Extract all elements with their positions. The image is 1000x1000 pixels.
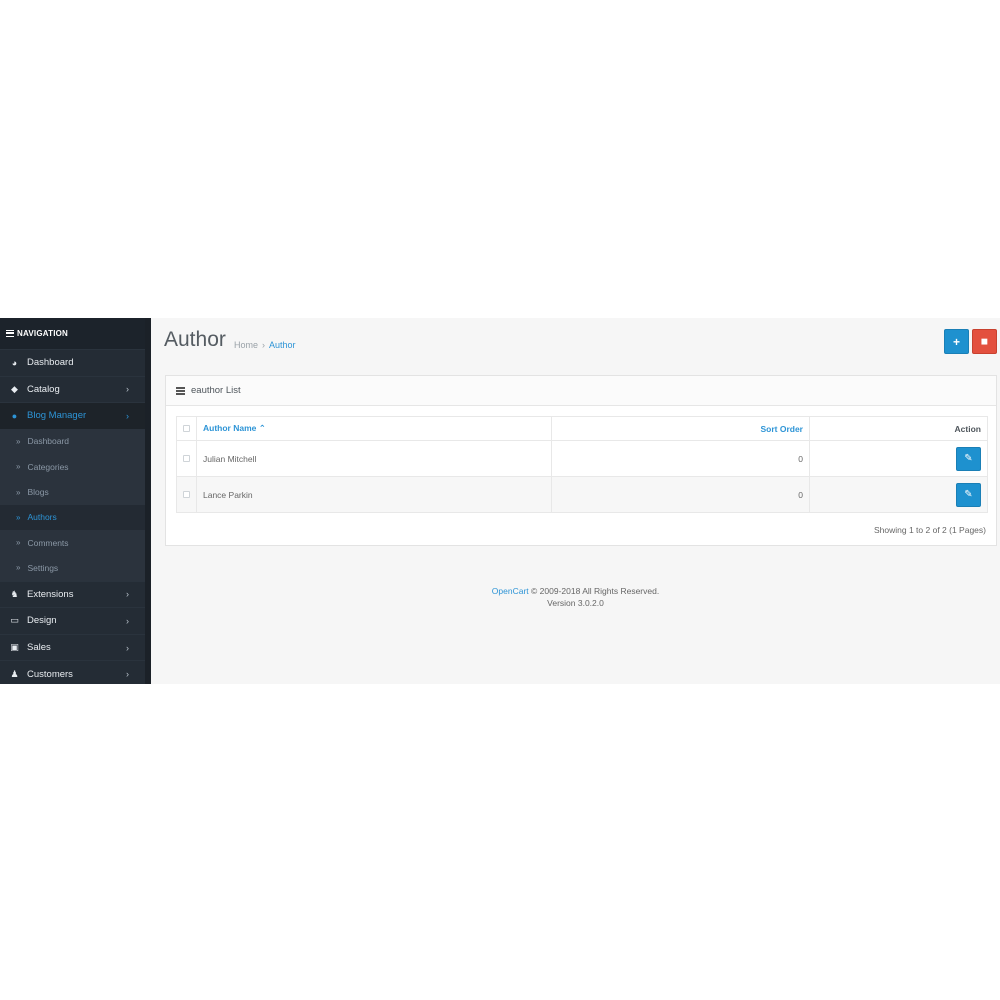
submenu-item-label: Categories — [27, 461, 69, 472]
navigation-header[interactable]: NAVIGATION — [0, 318, 145, 349]
author-list-panel: eauthor List Author Name ⌃ Sort Order Ac… — [165, 375, 997, 546]
action-cell: ✎ — [809, 476, 988, 513]
author-name-cell: Julian Mitchell — [196, 440, 552, 477]
panel-header: eauthor List — [166, 376, 996, 406]
author-table: Author Name ⌃ Sort Order Action Julian M… — [176, 416, 988, 513]
row-checkbox-cell — [176, 440, 197, 477]
footer-version: Version 3.0.2.0 — [547, 598, 604, 608]
submenu-item-categories[interactable]: » Categories — [0, 454, 145, 479]
breadcrumb-current[interactable]: Author — [269, 340, 296, 350]
sidebar-item-label: Catalog — [27, 383, 60, 395]
sidebar-item-label: Extensions — [27, 588, 74, 600]
page-title: Author — [164, 328, 226, 351]
tags-icon: ◆ — [11, 383, 18, 394]
sidebar: NAVIGATION ◕ Dashboard ◆ Catalog › ● Blo… — [0, 318, 151, 684]
submenu-item-settings[interactable]: » Settings — [0, 555, 145, 580]
app-frame: NAVIGATION ◕ Dashboard ◆ Catalog › ● Blo… — [0, 318, 1000, 684]
hamburger-icon — [6, 330, 14, 337]
list-icon — [176, 386, 185, 395]
double-chevron-icon: » — [16, 487, 21, 497]
blog-manager-submenu: » Dashboard » Categories » Blogs » Autho… — [0, 428, 145, 581]
pencil-icon: ✎ — [964, 488, 973, 500]
navigation-title: NAVIGATION — [17, 329, 69, 338]
double-chevron-icon: » — [16, 436, 21, 446]
double-chevron-icon: » — [16, 462, 21, 472]
row-checkbox-cell — [176, 476, 197, 513]
panel-title: eauthor List — [191, 385, 241, 396]
sidebar-item-blog-manager[interactable]: ● Blog Manager › — [0, 402, 145, 429]
cart-icon: ▣ — [10, 642, 19, 653]
breadcrumb-home[interactable]: Home — [234, 340, 258, 350]
select-all-checkbox[interactable] — [183, 424, 190, 432]
table-header-row: Author Name ⌃ Sort Order Action — [176, 416, 988, 441]
sort-order-header[interactable]: Sort Order — [551, 416, 810, 441]
monitor-icon: ▭ — [10, 615, 19, 626]
author-name-header[interactable]: Author Name ⌃ — [196, 416, 552, 441]
sidebar-item-customers[interactable]: ♟ Customers › — [0, 660, 145, 684]
pagination-info: Showing 1 to 2 of 2 (1 Pages) — [874, 525, 986, 535]
double-chevron-icon: » — [16, 512, 21, 522]
sidebar-item-label: Blog Manager — [27, 410, 87, 422]
row-checkbox[interactable] — [183, 454, 190, 462]
chevron-right-icon: › — [126, 642, 129, 653]
breadcrumb: Home › Author — [234, 340, 296, 350]
sort-asc-icon: ⌃ — [258, 423, 266, 433]
chevron-right-icon: › — [126, 589, 129, 600]
sidebar-item-dashboard[interactable]: ◕ Dashboard — [0, 349, 145, 376]
footer-rights: © 2009-2018 All Rights Reserved. — [531, 586, 660, 596]
action-header: Action — [809, 416, 988, 441]
sidebar-item-catalog[interactable]: ◆ Catalog › — [0, 375, 145, 403]
sidebar-item-sales[interactable]: ▣ Sales › — [0, 633, 145, 661]
edit-button[interactable]: ✎ — [956, 482, 981, 507]
edit-button[interactable]: ✎ — [956, 446, 981, 471]
info-icon: ● — [11, 410, 18, 421]
chevron-right-icon: › — [126, 615, 129, 626]
breadcrumb-separator: › — [262, 340, 266, 350]
author-name-header-label: Author Name — [203, 423, 257, 433]
footer: OpenCart © 2009-2018 All Rights Reserved… — [151, 585, 1000, 609]
trash-icon: ◼ — [980, 336, 989, 346]
sidebar-item-label: Design — [27, 615, 57, 627]
submenu-item-authors[interactable]: » Authors — [0, 504, 145, 530]
dashboard-icon: ◕ — [11, 357, 18, 368]
pencil-icon: ✎ — [964, 452, 973, 464]
submenu-item-label: Settings — [27, 562, 59, 573]
sort-order-cell: 0 — [551, 476, 810, 513]
sidebar-item-design[interactable]: ▭ Design › — [0, 607, 145, 634]
submenu-item-comments[interactable]: » Comments — [0, 530, 145, 555]
author-name-cell: Lance Parkin — [196, 476, 552, 513]
chevron-right-icon: › — [126, 410, 129, 421]
row-checkbox[interactable] — [183, 490, 190, 498]
action-cell: ✎ — [809, 440, 988, 477]
sort-order-cell: 0 — [551, 440, 810, 477]
delete-button[interactable]: ◼ — [972, 329, 997, 354]
chevron-right-icon: › — [126, 669, 129, 680]
double-chevron-icon: » — [16, 538, 21, 548]
double-chevron-icon: » — [16, 563, 21, 573]
main-content: Author Home › Author + ◼ eauthor List Auth… — [151, 318, 1000, 684]
submenu-item-label: Authors — [27, 512, 57, 523]
add-author-button[interactable]: + — [944, 329, 969, 354]
sidebar-item-extensions[interactable]: ♞ Extensions › — [0, 580, 145, 608]
select-all-cell — [176, 416, 197, 441]
submenu-item-label: Blogs — [27, 487, 49, 498]
sidebar-item-label: Customers — [27, 668, 73, 680]
table-row: Lance Parkin 0 ✎ — [176, 476, 988, 513]
submenu-item-label: Comments — [27, 537, 69, 548]
user-icon: ♟ — [10, 668, 19, 679]
puzzle-icon: ♞ — [10, 588, 19, 599]
opencart-link[interactable]: OpenCart — [492, 586, 529, 596]
sidebar-item-label: Sales — [27, 642, 51, 654]
plus-icon: + — [952, 334, 960, 349]
table-row: Julian Mitchell 0 ✎ — [176, 440, 988, 477]
submenu-item-label: Dashboard — [27, 436, 70, 447]
submenu-item-blogs[interactable]: » Blogs — [0, 479, 145, 504]
sidebar-item-label: Dashboard — [27, 357, 74, 369]
submenu-item-dashboard[interactable]: » Dashboard — [0, 429, 145, 454]
chevron-right-icon: › — [126, 384, 129, 395]
footer-copyright: OpenCart © 2009-2018 All Rights Reserved… — [151, 585, 1000, 597]
